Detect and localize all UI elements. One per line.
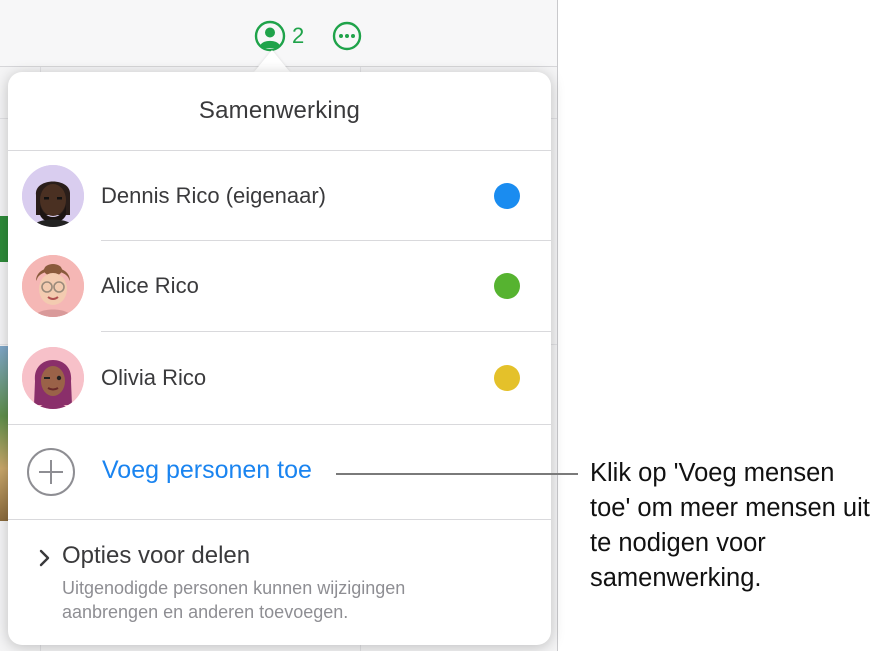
participant-row[interactable]: Olivia Rico [8, 333, 551, 423]
popover-title: Samenwerking [198, 97, 361, 124]
chevron-right-icon[interactable] [38, 548, 52, 568]
memoji-avatar-icon [22, 347, 84, 409]
add-people-button[interactable]: Voeg personen toe [8, 426, 551, 518]
participant-color-dot [494, 183, 520, 209]
avatar-alice [22, 255, 84, 317]
callout-text: Klik op 'Voeg mensen toe' om meer mensen… [590, 459, 870, 592]
sharing-options-section: Opties voor delen Uitgenodigde personen … [8, 520, 551, 645]
participant-color-dot [494, 273, 520, 299]
participant-name: Olivia Rico [101, 365, 207, 390]
avatar-dennis [22, 165, 84, 227]
memoji-avatar-icon [22, 255, 84, 317]
sharing-options-title[interactable]: Opties voor delen [62, 542, 250, 570]
participant-row[interactable]: Alice Rico [8, 241, 551, 331]
divider [8, 424, 551, 425]
collaboration-button[interactable]: 2 [254, 20, 314, 52]
add-people-label: Voeg personen toe [102, 456, 312, 484]
divider [101, 331, 551, 332]
memoji-avatar-icon [22, 165, 84, 227]
popover-arrow [254, 50, 290, 72]
person-circle-icon [254, 20, 286, 52]
avatar-olivia [22, 347, 84, 409]
collaborator-count: 2 [292, 23, 305, 48]
participant-name: Alice Rico [101, 273, 199, 298]
ellipsis-circle-icon [332, 21, 362, 51]
sharing-options-subtitle: Uitgenodigde personen kunnen wijzigingen… [62, 578, 406, 622]
plus-circle-icon [27, 448, 75, 496]
callout-leader-line [336, 473, 578, 475]
more-options-button[interactable] [332, 21, 362, 51]
collaboration-popover: Samenwerking Dennis Rico (eigenaar) Alic… [8, 72, 551, 645]
participant-name: Dennis Rico (eigenaar) [101, 183, 326, 208]
participant-row[interactable]: Dennis Rico (eigenaar) [8, 151, 551, 241]
participant-color-dot [494, 365, 520, 391]
